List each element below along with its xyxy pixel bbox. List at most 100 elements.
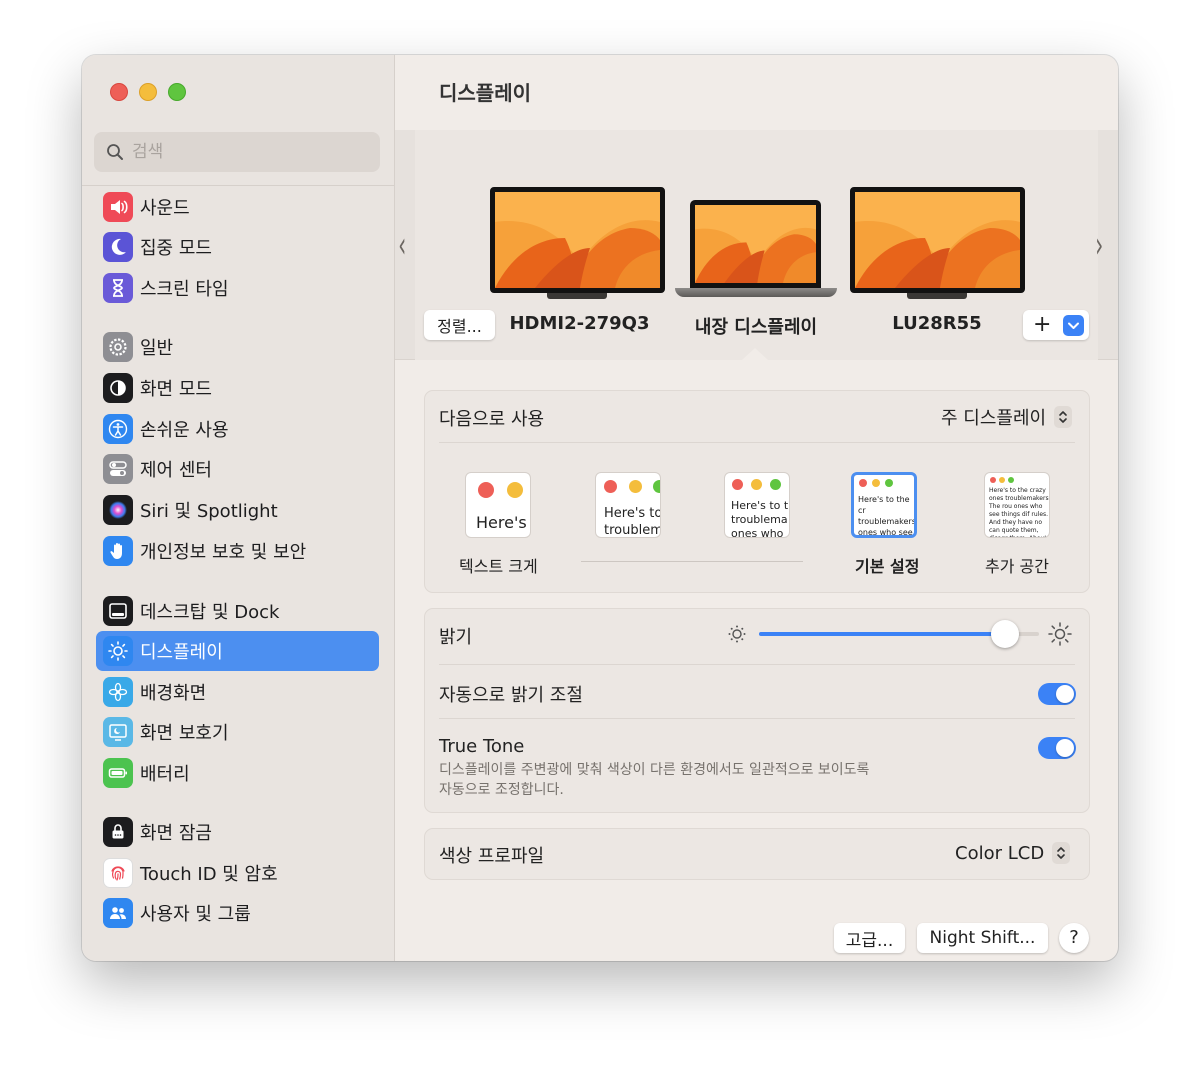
- resolution-option-more-space[interactable]: Here's to the crazy ones troublemakers. …: [984, 472, 1050, 538]
- sidebar-item-label: 손쉬운 사용: [140, 420, 229, 441]
- resolution-caption-larger-text: 텍스트 크게: [459, 557, 538, 576]
- gear-icon: [103, 332, 133, 362]
- sidebar-item-displays[interactable]: 디스플레이: [96, 631, 379, 671]
- sidebar-item-lock-screen[interactable]: 화면 잠금: [96, 812, 379, 852]
- sidebar-item-appearance[interactable]: 화면 모드: [96, 368, 379, 408]
- search-input[interactable]: [132, 132, 372, 172]
- moon-icon: [103, 232, 133, 262]
- auto-brightness-toggle[interactable]: [1038, 683, 1076, 705]
- wallpaper-preview: [690, 200, 821, 288]
- sidebar-item-control-center[interactable]: 제어 센터: [96, 449, 379, 489]
- resolution-thumbnail: Here's to troublem: [595, 472, 661, 538]
- brightness-low-icon: [728, 625, 746, 643]
- control-center-icon: [103, 454, 133, 484]
- wallpaper-preview: [850, 187, 1025, 293]
- sidebar-item-label: 배경화면: [140, 683, 207, 704]
- resolution-sample-text: Here's: [476, 513, 527, 532]
- lock-icon: [103, 817, 133, 847]
- resolution-option-larger-text[interactable]: Here's: [465, 472, 531, 538]
- sidebar-item-label: 개인정보 보호 및 보안: [140, 542, 307, 563]
- resolution-sample-text: Here's to t troublema ones who: [731, 499, 789, 538]
- help-button[interactable]: ?: [1059, 923, 1089, 953]
- sidebar-item-screen-saver[interactable]: 화면 보호기: [96, 712, 379, 752]
- use-as-label: 다음으로 사용: [439, 409, 545, 430]
- display-name-hdmi2-279q3[interactable]: HDMI2-279Q3: [507, 313, 652, 334]
- users-icon: [103, 898, 133, 928]
- laptop-base: [675, 288, 837, 297]
- updown-chevron-icon: [1054, 406, 1073, 428]
- true-tone-label: True Tone: [439, 736, 525, 757]
- color-profile-label: 색상 프로파일: [439, 846, 545, 867]
- chevron-left-icon[interactable]: ‹: [398, 225, 406, 266]
- resolution-option-3[interactable]: Here's to t troublema ones who: [724, 472, 790, 538]
- sidebar-item-label: 일반: [140, 338, 174, 359]
- brightness-label: 밝기: [439, 627, 473, 648]
- sidebar-item-sound[interactable]: 사운드: [96, 187, 379, 227]
- fingerprint-icon: [103, 858, 133, 888]
- hourglass-icon: [103, 273, 133, 303]
- screensaver-icon: [103, 717, 133, 747]
- sidebar-item-touch-id[interactable]: Touch ID 및 암호: [96, 853, 379, 893]
- true-tone-description: 디스플레이를 주변광에 맞춰 색상이 다른 환경에서도 일관적으로 보이도록: [439, 762, 870, 778]
- sidebar-item-label: 집중 모드: [140, 238, 212, 259]
- search-field[interactable]: [94, 132, 380, 172]
- sidebar-item-desktop-dock[interactable]: 데스크탑 및 Dock: [96, 591, 379, 631]
- close-window-button[interactable]: [110, 83, 128, 101]
- add-display-button[interactable]: +: [1023, 310, 1089, 340]
- use-as-popup[interactable]: 주 디스플레이: [941, 404, 1073, 430]
- display-name-lu28r55[interactable]: LU28R55: [867, 313, 1007, 334]
- minimize-window-button[interactable]: [139, 83, 157, 101]
- advanced-button[interactable]: 고급...: [834, 923, 905, 953]
- resolution-option-2[interactable]: Here's to troublem: [595, 472, 661, 538]
- sidebar: 사운드 집중 모드 스크린 타임 일반 화면 모드: [82, 55, 395, 961]
- main-pane: 디스플레이 ‹ › 정렬... HDMI2-279Q3 내장 디스플레이 LU2…: [395, 55, 1118, 961]
- sidebar-item-wallpaper[interactable]: 배경화면: [96, 672, 379, 712]
- zoom-window-button[interactable]: [168, 83, 186, 101]
- sidebar-item-privacy[interactable]: 개인정보 보호 및 보안: [96, 531, 379, 571]
- sidebar-item-label: Siri 및 Spotlight: [140, 501, 278, 522]
- sidebar-item-screen-time[interactable]: 스크린 타임: [96, 268, 379, 308]
- sidebar-item-label: 제어 센터: [140, 460, 212, 481]
- sidebar-item-focus[interactable]: 집중 모드: [96, 227, 379, 267]
- sidebar-item-accessibility[interactable]: 손쉬운 사용: [96, 409, 379, 449]
- sidebar-item-label: 사운드: [140, 198, 190, 219]
- display-name-built-in[interactable]: 내장 디스플레이: [680, 313, 832, 339]
- sidebar-item-battery[interactable]: 배터리: [96, 753, 379, 793]
- resolution-thumbnail: Here's to the crazy ones troublemakers. …: [984, 472, 1050, 538]
- sidebar-item-label: 배터리: [140, 764, 190, 785]
- resolution-caption-more-space: 추가 공간: [985, 557, 1049, 576]
- accessibility-icon: [103, 414, 133, 444]
- display-hdmi2-279q3[interactable]: [490, 187, 665, 299]
- resolution-thumbnail: Here's to t troublema ones who: [724, 472, 790, 538]
- sidebar-item-users-groups[interactable]: 사용자 및 그룹: [96, 893, 379, 933]
- sidebar-item-siri[interactable]: Siri 및 Spotlight: [96, 490, 379, 530]
- resolution-thumbnail: Here's: [465, 472, 531, 538]
- chevron-down-icon[interactable]: [1063, 315, 1084, 336]
- resolution-sample-text: Here's to the crazy ones troublemakers. …: [989, 487, 1050, 537]
- sidebar-item-general[interactable]: 일반: [96, 327, 379, 367]
- row-divider: [439, 664, 1075, 665]
- updown-chevron-icon: [1052, 842, 1071, 864]
- plus-icon: +: [1033, 312, 1052, 337]
- display-lu28r55[interactable]: [850, 187, 1025, 299]
- display-built-in[interactable]: [675, 200, 837, 300]
- sidebar-divider: [82, 185, 395, 186]
- system-settings-window: 사운드 집중 모드 스크린 타임 일반 화면 모드: [82, 55, 1118, 961]
- search-icon: [107, 144, 123, 160]
- resolution-option-default[interactable]: Here's to the cr troublemakers. ones who…: [851, 472, 917, 538]
- resolution-sample-text: Here's to troublem: [604, 506, 661, 538]
- true-tone-toggle[interactable]: [1038, 737, 1076, 759]
- resolution-sample-text: Here's to the cr troublemakers. ones who…: [858, 495, 917, 537]
- arrange-button[interactable]: 정렬...: [424, 310, 495, 340]
- sidebar-item-label: Touch ID 및 암호: [140, 864, 278, 885]
- chevron-right-icon[interactable]: ›: [1095, 225, 1103, 266]
- siri-icon: [103, 495, 133, 525]
- battery-icon: [103, 758, 133, 788]
- monitor-stand: [547, 293, 607, 299]
- night-shift-button[interactable]: Night Shift...: [917, 923, 1048, 953]
- sidebar-item-label: 화면 보호기: [140, 723, 229, 744]
- row-divider: [439, 442, 1075, 443]
- color-profile-popup[interactable]: Color LCD: [955, 842, 1071, 864]
- brightness-slider[interactable]: [759, 620, 1039, 648]
- hand-icon: [103, 536, 133, 566]
